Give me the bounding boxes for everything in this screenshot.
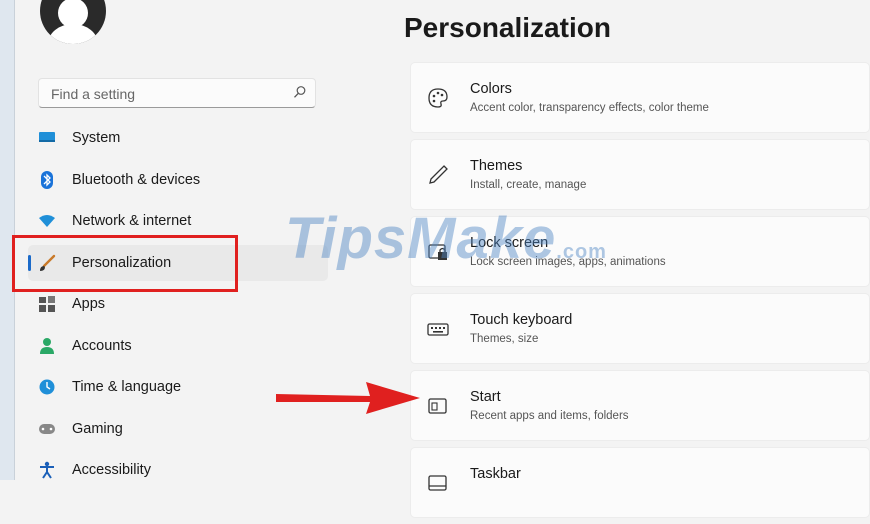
bluetooth-icon: [38, 170, 56, 189]
sidebar-item-label: Gaming: [72, 420, 123, 437]
palette-icon: [428, 88, 448, 108]
sidebar-item-network[interactable]: Network & internet: [28, 203, 328, 239]
sidebar-item-label: Accounts: [72, 337, 132, 354]
sidebar-item-system[interactable]: System: [28, 120, 328, 156]
monitor-icon: [38, 129, 56, 147]
card-subtitle: Recent apps and items, folders: [470, 410, 629, 422]
sidebar-item-label: System: [72, 130, 121, 146]
keyboard-icon: [427, 323, 449, 336]
sidebar-item-label: Bluetooth & devices: [72, 171, 201, 188]
watermark-suffix: .com: [556, 241, 607, 263]
sidebar-item-label: Network & internet: [72, 213, 192, 229]
globe-clock-icon: [38, 378, 56, 396]
sidebar-item-accessibility[interactable]: Accessibility: [28, 452, 328, 488]
settings-cards: Colors Accent color, transparency effect…: [410, 62, 870, 524]
apps-icon: [38, 295, 56, 313]
highlight-box: [12, 235, 238, 292]
page-title: Personalization: [404, 12, 611, 43]
search-icon: [294, 86, 306, 98]
wifi-icon: [38, 212, 56, 230]
card-themes[interactable]: Themes Install, create, manage: [410, 139, 870, 210]
card-touch-keyboard[interactable]: Touch keyboard Themes, size: [410, 293, 870, 364]
card-subtitle: Themes, size: [470, 333, 539, 345]
card-title: Themes: [470, 158, 523, 174]
card-title: Touch keyboard: [470, 312, 573, 328]
user-avatar[interactable]: [40, 0, 106, 44]
pen-icon: [429, 165, 448, 184]
card-subtitle: Install, create, manage: [470, 179, 587, 191]
sidebar-item-accounts[interactable]: Accounts: [28, 328, 328, 364]
card-subtitle: Accent color, transparency effects, colo…: [470, 102, 709, 114]
sidebar-nav: System Bluetooth & devices Network & int…: [28, 120, 328, 494]
card-colors[interactable]: Colors Accent color, transparency effect…: [410, 62, 870, 133]
gamepad-icon: [38, 420, 56, 438]
sidebar-item-label: Time & language: [72, 379, 182, 395]
sidebar-item-label: Apps: [72, 296, 106, 312]
red-arrow-annotation: [276, 382, 420, 414]
start-icon: [428, 398, 447, 414]
search-box[interactable]: [38, 78, 316, 108]
watermark-brand: TipsMake: [285, 206, 557, 271]
card-title: Start: [470, 389, 501, 405]
sidebar-item-bluetooth[interactable]: Bluetooth & devices: [28, 162, 328, 198]
card-start[interactable]: Start Recent apps and items, folders: [410, 370, 870, 441]
card-title: Colors: [470, 81, 512, 97]
card-taskbar[interactable]: Taskbar: [410, 447, 870, 518]
accessibility-icon: [38, 461, 56, 479]
search-input[interactable]: [49, 83, 283, 105]
sidebar-item-label: Accessibility: [72, 462, 151, 478]
avatar-body: [48, 24, 98, 44]
person-icon: [38, 337, 56, 355]
watermark: TipsMake.com: [285, 205, 607, 272]
taskbar-icon: [428, 475, 447, 491]
